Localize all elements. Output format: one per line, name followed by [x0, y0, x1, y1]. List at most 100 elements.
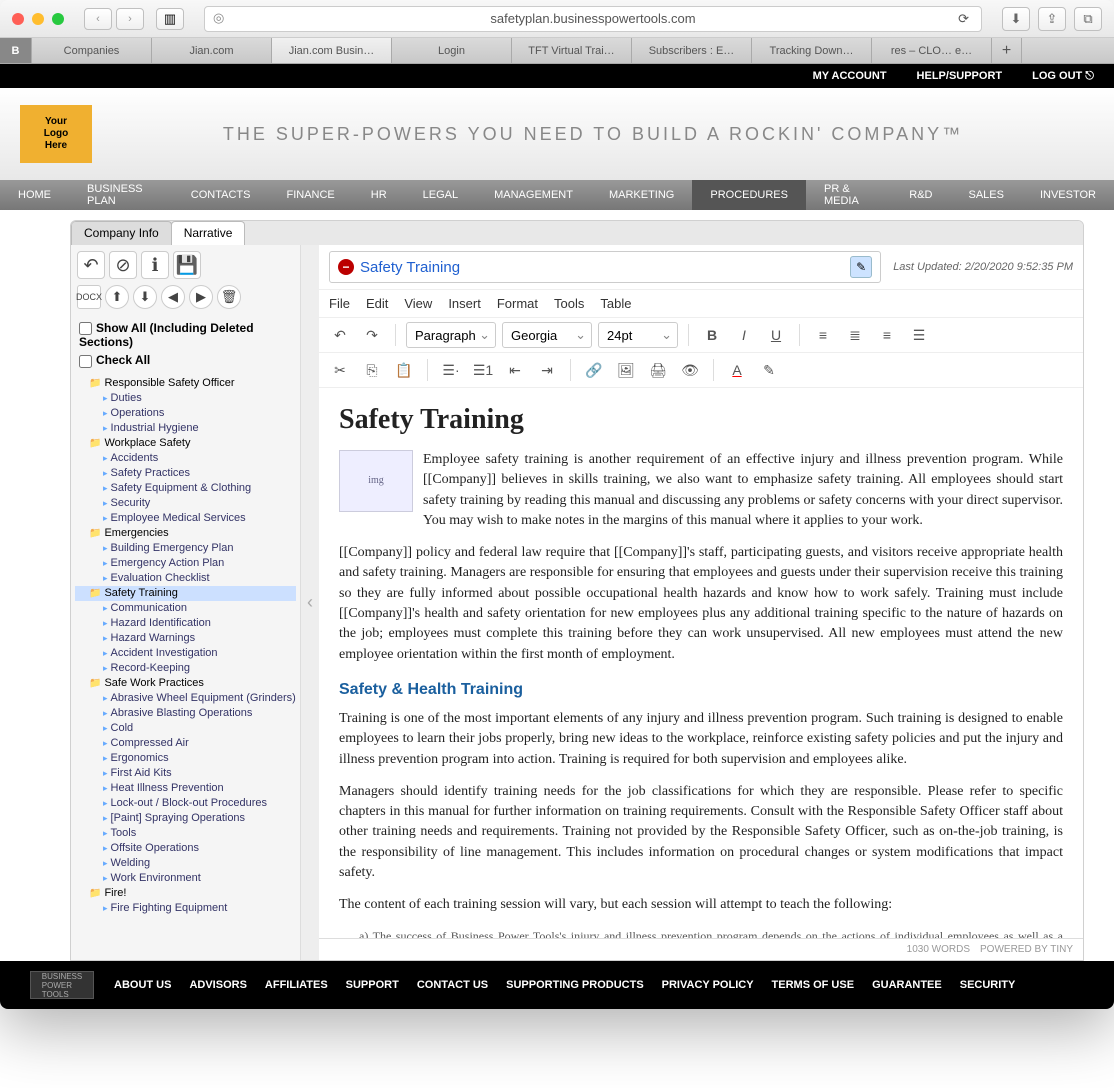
bold-icon[interactable]: B	[699, 322, 725, 348]
nav-management[interactable]: MANAGEMENT	[476, 180, 591, 210]
cut-icon[interactable]: ✂	[327, 357, 353, 383]
tree-item[interactable]: Employee Medical Services	[75, 511, 296, 526]
site-settings-icon[interactable]: ◎	[213, 10, 231, 28]
docx-export-button[interactable]: DOCX	[77, 285, 101, 309]
browser-tab[interactable]: TFT Virtual Trai…	[512, 38, 632, 63]
underline-icon[interactable]: U	[763, 322, 789, 348]
footer-link[interactable]: SUPPORT	[346, 979, 399, 991]
footer-link[interactable]: CONTACT US	[417, 979, 488, 991]
tree-item[interactable]: Security	[75, 496, 296, 511]
tree-item[interactable]: [Paint] Spraying Operations	[75, 811, 296, 826]
font-select[interactable]: Georgia	[502, 322, 592, 348]
menu-format[interactable]: Format	[497, 296, 538, 311]
menu-tools[interactable]: Tools	[554, 296, 584, 311]
undo-button[interactable]: ↶	[77, 251, 105, 279]
browser-tab[interactable]: Subscribers : E…	[632, 38, 752, 63]
prev-button[interactable]: ◀	[161, 285, 185, 309]
bullet-list-icon[interactable]: ☰·	[438, 357, 464, 383]
logout-link[interactable]: LOG OUT ⎋	[1032, 70, 1094, 83]
browser-tab[interactable]: Jian.com Busin…	[272, 38, 392, 63]
forward-button[interactable]: ›	[116, 8, 144, 30]
nav-prmedia[interactable]: PR & MEDIA	[806, 180, 891, 210]
menu-table[interactable]: Table	[600, 296, 631, 311]
tree-item[interactable]: Evaluation Checklist	[75, 571, 296, 586]
tree-item[interactable]: Record-Keeping	[75, 661, 296, 676]
sidebar-toggle-button[interactable]: ▥	[156, 8, 184, 30]
align-justify-icon[interactable]: ☰	[906, 322, 932, 348]
tree-item[interactable]: Accident Investigation	[75, 646, 296, 661]
close-window-button[interactable]	[12, 13, 24, 25]
tree-folder[interactable]: Responsible Safety Officer	[75, 376, 296, 391]
help-support-link[interactable]: HELP/SUPPORT	[917, 70, 1003, 82]
image-icon[interactable]: 🖼	[613, 357, 639, 383]
nav-hr[interactable]: HR	[353, 180, 405, 210]
bookmark-tab[interactable]: B	[0, 38, 32, 63]
browser-tab[interactable]: Tracking Down…	[752, 38, 872, 63]
tab-narrative[interactable]: Narrative	[171, 221, 246, 245]
address-bar[interactable]: ◎ safetyplan.businesspowertools.com ⟳	[204, 6, 982, 32]
footer-link[interactable]: TERMS OF USE	[772, 979, 855, 991]
tree-item[interactable]: Duties	[75, 391, 296, 406]
disable-button[interactable]: ⊘	[109, 251, 137, 279]
footer-link[interactable]: ABOUT US	[114, 979, 171, 991]
tree-item[interactable]: Emergency Action Plan	[75, 556, 296, 571]
tree-item[interactable]: Hazard Identification	[75, 616, 296, 631]
footer-link[interactable]: SUPPORTING PRODUCTS	[506, 979, 644, 991]
collapse-sidebar-button[interactable]: ‹	[301, 245, 319, 960]
tree-item[interactable]: Offsite Operations	[75, 841, 296, 856]
check-all-checkbox[interactable]: Check All	[79, 351, 292, 369]
tree-item[interactable]: Ergonomics	[75, 751, 296, 766]
reload-icon[interactable]: ⟳	[958, 11, 969, 27]
minimize-window-button[interactable]	[32, 13, 44, 25]
tree-folder[interactable]: Workplace Safety	[75, 436, 296, 451]
text-color-icon[interactable]: A	[724, 357, 750, 383]
tab-company-info[interactable]: Company Info	[71, 221, 172, 245]
browser-tab[interactable]: res – CLO… e…	[872, 38, 992, 63]
nav-finance[interactable]: FINANCE	[268, 180, 352, 210]
number-list-icon[interactable]: ☰1	[470, 357, 496, 383]
tree-item[interactable]: Fire Fighting Equipment	[75, 901, 296, 916]
align-center-icon[interactable]: ≣	[842, 322, 868, 348]
browser-tab[interactable]: Jian.com	[152, 38, 272, 63]
tree-item[interactable]: Operations	[75, 406, 296, 421]
nav-rd[interactable]: R&D	[891, 180, 950, 210]
outdent-icon[interactable]: ⇤	[502, 357, 528, 383]
italic-icon[interactable]: I	[731, 322, 757, 348]
move-up-button[interactable]: ⬆	[105, 285, 129, 309]
highlight-icon[interactable]: ✎	[756, 357, 782, 383]
link-icon[interactable]: 🔗	[581, 357, 607, 383]
menu-insert[interactable]: Insert	[448, 296, 481, 311]
tree-item[interactable]: Cold	[75, 721, 296, 736]
new-tab-button[interactable]: +	[992, 38, 1022, 63]
align-left-icon[interactable]: ≡	[810, 322, 836, 348]
save-button[interactable]: 💾	[173, 251, 201, 279]
tree-item[interactable]: Abrasive Wheel Equipment (Grinders)	[75, 691, 296, 706]
tree-item[interactable]: Lock-out / Block-out Procedures	[75, 796, 296, 811]
nav-sales[interactable]: SALES	[951, 180, 1022, 210]
footer-link[interactable]: SECURITY	[960, 979, 1016, 991]
tree-item[interactable]: Heat Illness Prevention	[75, 781, 296, 796]
nav-legal[interactable]: LEGAL	[405, 180, 476, 210]
share-icon[interactable]: ⇪	[1038, 7, 1066, 31]
maximize-window-button[interactable]	[52, 13, 64, 25]
tree-item[interactable]: Industrial Hygiene	[75, 421, 296, 436]
nav-procedures[interactable]: PROCEDURES	[692, 180, 806, 210]
redo-icon[interactable]: ↷	[359, 322, 385, 348]
nav-investor[interactable]: INVESTOR	[1022, 180, 1114, 210]
indent-icon[interactable]: ⇥	[534, 357, 560, 383]
browser-tab[interactable]: Companies	[32, 38, 152, 63]
tree-item[interactable]: Tools	[75, 826, 296, 841]
print-icon[interactable]: 🖨	[645, 357, 671, 383]
preview-icon[interactable]: 👁	[677, 357, 703, 383]
menu-file[interactable]: File	[329, 296, 350, 311]
move-down-button[interactable]: ⬇	[133, 285, 157, 309]
tree-folder[interactable]: Fire!	[75, 886, 296, 901]
copy-icon[interactable]: ⎘	[359, 357, 385, 383]
nav-marketing[interactable]: MARKETING	[591, 180, 692, 210]
tree-item[interactable]: Welding	[75, 856, 296, 871]
menu-edit[interactable]: Edit	[366, 296, 388, 311]
footer-link[interactable]: GUARANTEE	[872, 979, 942, 991]
back-button[interactable]: ‹	[84, 8, 112, 30]
download-icon[interactable]: ⬇	[1002, 7, 1030, 31]
my-account-link[interactable]: MY ACCOUNT	[813, 70, 887, 82]
